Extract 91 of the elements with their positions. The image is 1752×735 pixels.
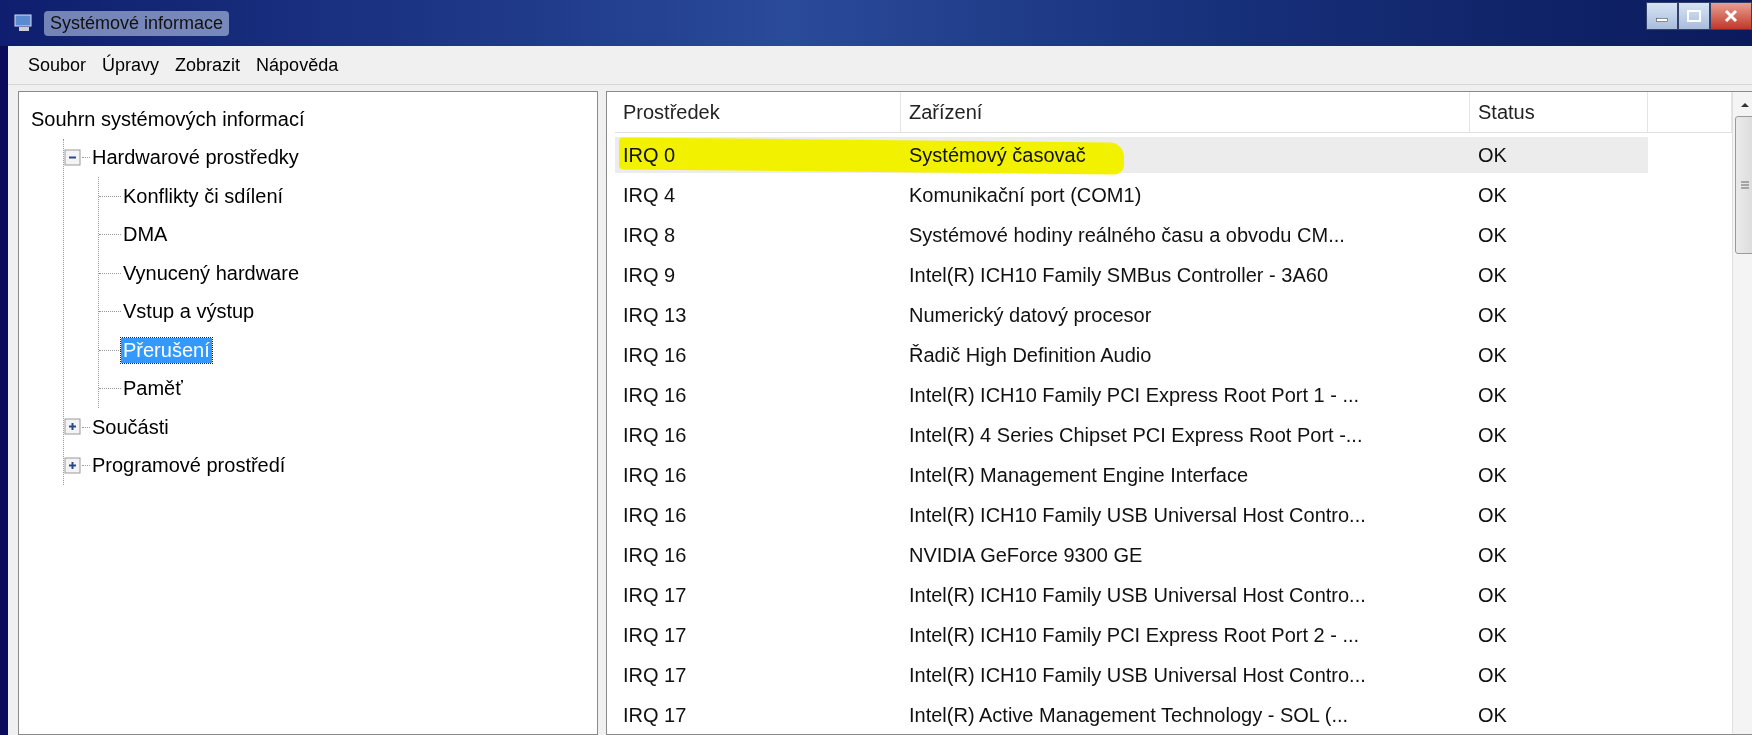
table-cell-text: OK <box>1477 342 1508 368</box>
table-cell-text: Systémový časovač <box>908 142 1087 168</box>
table-row[interactable]: IRQ 16 Intel(R) 4 Series Chipset PCI Express Root Port -... OK <box>615 417 1648 453</box>
table-row[interactable]: IRQ 8 Systémové hodiny reálného času a obvodu CM... OK <box>615 217 1648 253</box>
table-cell-text: Intel(R) 4 Series Chipset PCI Express Root Port -... <box>908 422 1364 448</box>
table-row[interactable]: IRQ 13 Numerický datový procesor OK <box>615 297 1648 333</box>
table-cell-text: IRQ 17 <box>622 622 688 648</box>
maximize-button[interactable] <box>1678 2 1710 30</box>
table-cell-text: OK <box>1477 382 1508 408</box>
table-row[interactable]: IRQ 16 Řadič High Definition Audio OK <box>615 337 1648 373</box>
table-cell-text: OK <box>1477 262 1508 288</box>
tree-item[interactable]: Paměť <box>121 376 185 402</box>
table-cell-text: Intel(R) Management Engine Interface <box>908 462 1250 488</box>
table-cell-text: IRQ 16 <box>622 342 688 368</box>
table-cell-text: IRQ 16 <box>622 382 688 408</box>
grip-icon <box>1741 181 1749 189</box>
table-row[interactable]: IRQ 17 Intel(R) Active Management Technology - SOL (... OK <box>615 697 1648 733</box>
table-row[interactable]: IRQ 16 Intel(R) ICH10 Family PCI Express Root Port 1 - ... OK <box>615 377 1648 413</box>
menu-item[interactable]: Nápověda <box>250 52 345 78</box>
tree-item[interactable]: Vstup a výstup <box>121 299 257 325</box>
table-cell-text: IRQ 17 <box>622 702 688 728</box>
menu-item[interactable]: Úpravy <box>96 52 166 78</box>
tree-item[interactable]: Souhrn systémových informací <box>29 106 307 132</box>
table-cell-text: Intel(R) ICH10 Family PCI Express Root Port 1 - ... <box>908 382 1361 408</box>
table-cell-text: IRQ 16 <box>622 542 688 568</box>
table-cell-text: IRQ 4 <box>622 182 677 208</box>
column-header[interactable]: Prostředek <box>615 92 901 132</box>
table-cell-text: IRQ 13 <box>622 302 688 328</box>
maximize-icon <box>1687 10 1701 22</box>
table-cell-text: OK <box>1477 182 1508 208</box>
table-cell-text: NVIDIA GeForce 9300 GE <box>908 542 1144 568</box>
table-cell-text: IRQ 16 <box>622 422 688 448</box>
table-cell-text: OK <box>1477 302 1508 328</box>
table-row[interactable]: IRQ 16 Intel(R) ICH10 Family USB Universal Host Contro... OK <box>615 497 1648 533</box>
scroll-bar[interactable] <box>1732 92 1752 734</box>
table-cell-text: Intel(R) ICH10 Family SMBus Controller - 3A60 <box>908 262 1329 288</box>
table-cell-text: Intel(R) Active Management Technology - SOL (... <box>908 702 1350 728</box>
close-button[interactable] <box>1710 2 1752 30</box>
table-cell-text: IRQ 17 <box>622 662 688 688</box>
table-cell-text: OK <box>1477 622 1508 648</box>
table-cell-text: OK <box>1477 222 1508 248</box>
tree-item[interactable]: Programové prostředí <box>90 453 288 479</box>
table-cell-text: OK <box>1477 662 1508 688</box>
selected-row[interactable]: IRQ 0 Systémový časovač OK <box>615 137 1648 173</box>
table-cell-text: Numerický datový procesor <box>908 302 1153 328</box>
table-cell-text: OK <box>1477 582 1508 608</box>
tree-item[interactable]: Vynucený hardware <box>121 260 302 286</box>
scroll-up-icon[interactable] <box>1739 100 1751 110</box>
window-title: Systémové informace <box>44 10 230 36</box>
table-cell-text: Intel(R) ICH10 Family USB Universal Host Contro... <box>908 502 1367 528</box>
table-cell-text: Komunikační port (COM1) <box>908 182 1143 208</box>
table-cell-text: IRQ 9 <box>622 262 677 288</box>
table-row[interactable]: IRQ 9 Intel(R) ICH10 Family SMBus Controller - 3A60 OK <box>615 257 1648 293</box>
close-icon <box>1724 9 1738 23</box>
table-cell-text: IRQ 0 <box>622 142 677 168</box>
menu-item[interactable]: Zobrazit <box>169 52 247 78</box>
collapse-icon[interactable] <box>64 148 82 167</box>
menu-item[interactable]: Soubor <box>22 52 93 78</box>
table-cell-text: OK <box>1477 142 1508 168</box>
tree-item[interactable]: DMA <box>121 222 170 248</box>
expand-icon[interactable] <box>64 418 82 437</box>
computer-icon <box>14 14 34 32</box>
table-row[interactable]: IRQ 17 Intel(R) ICH10 Family PCI Express Root Port 2 - ... OK <box>615 617 1648 653</box>
table-cell-text: IRQ 16 <box>622 462 688 488</box>
table-cell-text: OK <box>1477 502 1508 528</box>
table-cell-text: OK <box>1477 702 1508 728</box>
table-cell-text: Řadič High Definition Audio <box>908 342 1153 368</box>
minimize-button[interactable] <box>1646 2 1678 30</box>
minimize-icon <box>1656 18 1668 22</box>
table-cell-text: IRQ 16 <box>622 502 688 528</box>
table-cell-text: OK <box>1477 462 1508 488</box>
table-cell-text: Intel(R) ICH10 Family USB Universal Host Contro... <box>908 582 1367 608</box>
tree-item[interactable]: Konflikty či sdílení <box>121 183 286 209</box>
table-row[interactable]: IRQ 17 Intel(R) ICH10 Family USB Universal Host Contro... OK <box>615 577 1648 613</box>
table-row[interactable]: IRQ 16 NVIDIA GeForce 9300 GE OK <box>615 537 1648 573</box>
tree-item[interactable]: Součásti <box>90 414 171 440</box>
expand-icon[interactable] <box>64 456 82 475</box>
table-cell-text: Intel(R) ICH10 Family USB Universal Host Contro... <box>908 662 1367 688</box>
table-cell-text: OK <box>1477 422 1508 448</box>
table-cell-text: IRQ 17 <box>622 582 688 608</box>
table-cell-text: Intel(R) ICH10 Family PCI Express Root Port 2 - ... <box>908 622 1361 648</box>
table-cell-text: IRQ 8 <box>622 222 677 248</box>
table-cell-text: OK <box>1477 542 1508 568</box>
table-cell-text: Systémové hodiny reálného času a obvodu CM... <box>908 222 1346 248</box>
column-header[interactable]: Status <box>1470 92 1648 132</box>
column-header[interactable]: Zařízení <box>901 92 1470 132</box>
tree-item[interactable]: Hardwarové prostředky <box>90 145 301 171</box>
table-row[interactable]: IRQ 16 Intel(R) Management Engine Interface OK <box>615 457 1648 493</box>
table-row[interactable]: IRQ 4 Komunikační port (COM1) OK <box>615 177 1648 213</box>
scroll-thumb[interactable] <box>1735 116 1752 254</box>
table-row[interactable]: IRQ 17 Intel(R) ICH10 Family USB Universal Host Contro... OK <box>615 657 1648 693</box>
